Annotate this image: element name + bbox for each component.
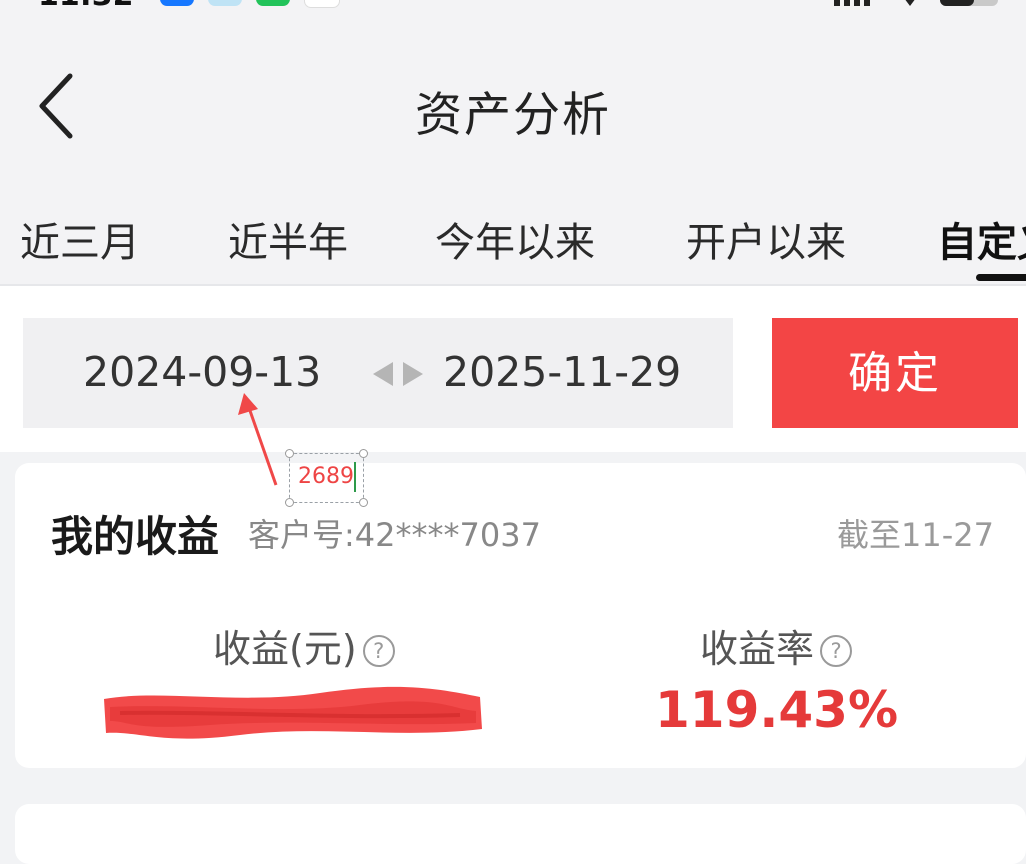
tab-last-3-months[interactable]: 近三月	[20, 210, 140, 268]
period-tabs: 近三月 近半年 今年以来 开户以来 自定义	[0, 180, 1026, 286]
text-cursor	[354, 462, 356, 492]
battery-icon	[940, 0, 998, 6]
end-date[interactable]: 2025-11-29	[443, 348, 681, 396]
next-card	[15, 804, 1026, 864]
resize-handle[interactable]	[359, 449, 368, 458]
active-tab-indicator	[976, 274, 1026, 281]
annotation-arrow	[238, 393, 278, 486]
tab-custom[interactable]: 自定义	[937, 210, 1026, 268]
resize-handle[interactable]	[285, 449, 294, 458]
status-bar: 11:32	[0, 0, 1026, 13]
redacted-profit-value	[104, 686, 482, 739]
resize-handle[interactable]	[285, 498, 294, 507]
page-title: 资产分析	[415, 88, 611, 143]
tab-since-opening[interactable]: 开户以来	[686, 210, 846, 268]
signal-icon	[834, 0, 870, 6]
tab-last-half-year[interactable]: 近半年	[228, 210, 348, 268]
confirm-button[interactable]: 确定	[772, 318, 1018, 428]
rate-value: 119.43%	[655, 681, 899, 739]
profit-help-icon[interactable]: ?	[362, 635, 395, 667]
tab-year-to-date[interactable]: 今年以来	[435, 210, 595, 268]
profit-label: 收益(元)	[213, 627, 357, 671]
date-range-picker: 2024-09-13 2025-11-29	[23, 318, 733, 428]
as-of-date: 截至11-27	[837, 516, 994, 554]
rate-label: 收益率	[700, 627, 815, 671]
rate-help-icon[interactable]: ?	[820, 635, 853, 667]
earnings-card: 我的收益 客户号:42****7037 截至11-27 收益(元)? 收益率? …	[15, 463, 1026, 768]
app-notification-icon	[304, 0, 340, 8]
annotation-textbox[interactable]: 2689	[285, 449, 368, 507]
card-title: 我的收益	[51, 512, 220, 561]
wechat-notification-icon	[256, 0, 290, 6]
annotation-text[interactable]: 2689	[298, 464, 354, 489]
range-arrows-icon	[373, 362, 423, 386]
nav-header: 资产分析	[0, 10, 1026, 180]
app-notification-icon	[208, 0, 242, 6]
rate-label-group: 收益率?	[700, 618, 853, 673]
app-notification-icon	[160, 0, 194, 6]
resize-handle[interactable]	[359, 498, 368, 507]
profit-label-group: 收益(元)?	[213, 618, 395, 673]
date-range-bar: 2024-09-13 2025-11-29 确定	[0, 286, 1026, 452]
customer-id: 客户号:42****7037	[248, 516, 541, 554]
wifi-icon	[905, 0, 915, 6]
